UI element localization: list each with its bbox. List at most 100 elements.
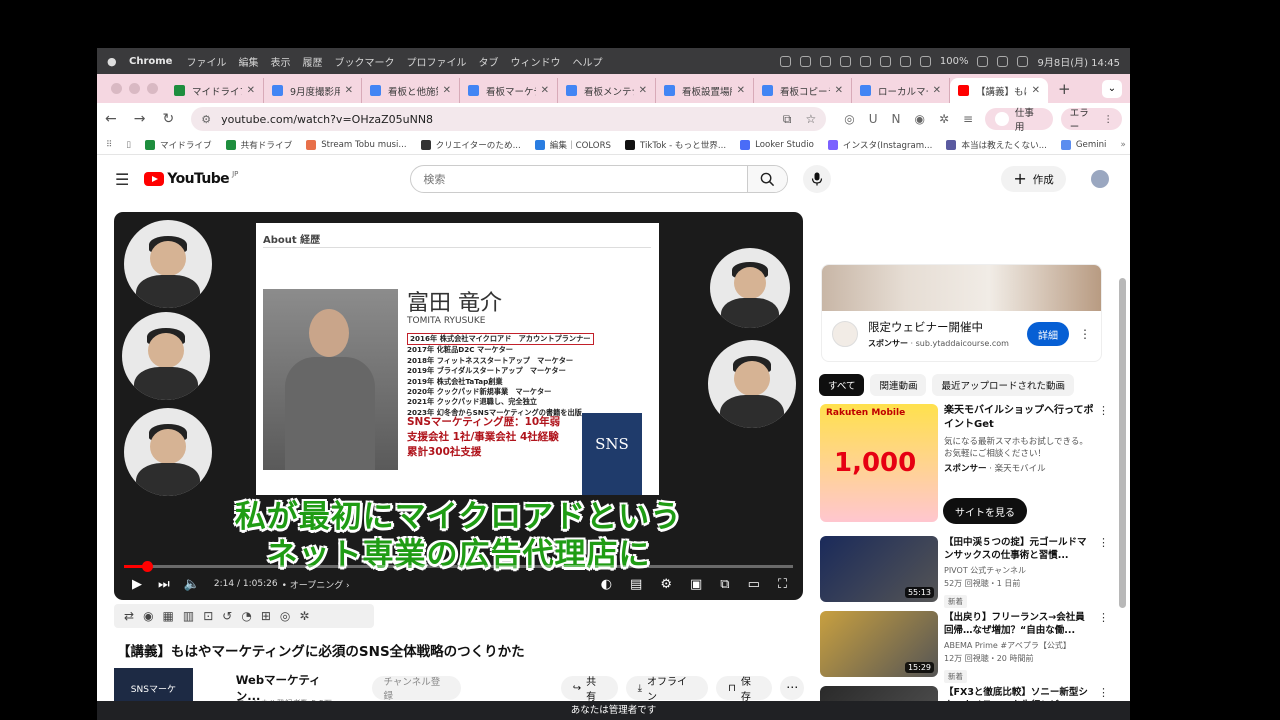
broadcast-icon[interactable]: ◉ [143,609,153,623]
page-scrollbar[interactable] [1119,268,1126,718]
status-icon[interactable] [839,55,851,67]
bookmark-item[interactable]: クリエイターのため... [420,139,521,151]
bookmarks-overflow-icon[interactable]: » [1120,140,1125,150]
browser-tab[interactable]: マイドライブ ✕ [166,78,264,103]
film-icon[interactable]: ▥ [183,609,194,623]
bookmark-item[interactable]: Looker Studio [740,139,814,151]
new-tab-button[interactable]: + [1058,80,1071,98]
tab-close-icon[interactable]: ✕ [541,85,549,96]
progress-bar[interactable] [124,561,793,572]
kebab-menu-icon[interactable]: ⋮ [1098,611,1109,683]
menu-help[interactable]: ヘルプ [572,54,602,69]
subtitles-icon[interactable]: ▤ [630,577,642,592]
reading-list-icon[interactable]: ≡ [963,112,973,126]
kebab-menu-icon[interactable]: ⋮ [1098,404,1109,522]
bookmark-item[interactable]: 共有ドライブ [225,139,292,151]
menu-bookmarks[interactable]: ブックマーク [334,54,394,69]
scrubber-handle[interactable] [141,561,153,572]
control-center-icon[interactable] [1017,55,1029,67]
back-button[interactable]: ← [105,111,117,127]
status-icon[interactable] [879,55,891,67]
video-thumbnail[interactable]: 55:13 [820,536,938,602]
ad-card[interactable]: 限定ウェビナー開催中 スポンサー · sub.ytaddaicourse.com… [821,264,1102,362]
menu-window[interactable]: ウィンドウ [510,54,560,69]
menu-view[interactable]: 表示 [270,54,290,69]
bookmark-item[interactable]: マイドライブ [145,139,212,151]
tab-close-icon[interactable]: ✕ [933,85,941,96]
channel-name[interactable]: ABEMA Prime #アベプラ【公式】 [944,640,1094,651]
battery-icon[interactable] [977,55,989,67]
offline-button[interactable]: ⤓ オフライン [625,676,709,703]
speed-icon[interactable]: ▦ [163,609,174,623]
site-info-icon[interactable]: ⚙ [201,113,211,126]
scrollbar-thumb[interactable] [1119,278,1126,608]
ad-detail-button[interactable]: 詳細 [1027,322,1069,346]
extension-icon[interactable]: ◉ [914,112,924,126]
status-icon[interactable] [859,55,871,67]
channel-name[interactable]: PIVOT 公式チャンネル [944,565,1094,576]
menubar-app-name[interactable]: Chrome [129,56,172,67]
bookmark-item[interactable]: TikTok - もっと世界... [625,139,726,151]
status-icon[interactable] [899,55,911,67]
create-button[interactable]: + 作成 [1001,166,1066,192]
bookmark-item[interactable]: Gemini [1060,139,1106,151]
battery-percent[interactable]: 100% [940,56,969,67]
browser-tab[interactable]: 【講義】もは ✕ [950,78,1048,103]
settings-gear-icon[interactable]: ⚙ [660,577,672,592]
recommended-video[interactable]: 15:29 【出戻り】フリーランス→会社員回帰…なぜ増加？“自由な働... ABEM… [820,611,1109,683]
search-input[interactable] [411,166,748,192]
extensions-puzzle-icon[interactable]: ✲ [939,112,949,126]
video-title[interactable]: 【出戻り】フリーランス→会社員回帰…なぜ増加？“自由な働... [944,611,1094,637]
bookmark-item[interactable]: 本当は教えたくない... [946,139,1047,151]
next-icon[interactable]: ⏭ [158,577,170,592]
browser-tab[interactable]: 看板メンテナ ✕ [558,78,656,103]
bookmark-star-icon[interactable]: ☆ [805,112,816,127]
minimize-window-button[interactable] [129,83,140,94]
status-icon[interactable] [819,55,831,67]
status-icon[interactable] [799,55,811,67]
chip-recent[interactable]: 最近アップロードされた動画 [932,374,1074,396]
video-player[interactable]: About 経歴 富田 竜介 TOMITA RYUSUKE 2016年 株式会社… [114,212,803,600]
loop-icon[interactable]: ⇄ [124,609,134,623]
search-button[interactable] [747,166,788,192]
menu-edit[interactable]: 編集 [238,54,258,69]
zoom-window-button[interactable] [147,83,158,94]
wifi-icon[interactable] [997,55,1009,67]
bookmark-item[interactable]: インスタ(Instagram... [827,139,932,151]
kebab-menu-icon[interactable]: ⋮ [1079,327,1091,341]
add-icon[interactable]: ⊞ [261,609,271,623]
kebab-menu-icon[interactable]: ⋮ [1098,536,1109,608]
pip-icon[interactable]: ⧉ [720,577,729,592]
menubar-clock[interactable]: 9月8日(月) 14:45 [1037,54,1120,69]
theater-icon[interactable]: ▭ [748,577,760,592]
settings-icon[interactable]: ✲ [299,609,309,623]
chip-related[interactable]: 関連動画 [870,374,927,396]
notion-icon[interactable]: N [892,112,901,126]
tab-close-icon[interactable]: ✕ [737,85,745,96]
crop-icon[interactable]: ⊡ [203,609,213,623]
browser-tab[interactable]: 看板と他施策 ✕ [362,78,460,103]
video-thumbnail[interactable]: 15:29 [820,611,938,677]
status-icon[interactable] [779,55,791,67]
tab-close-icon[interactable]: ✕ [1032,85,1040,96]
rewind-icon[interactable]: ↺ [222,609,232,623]
error-button[interactable]: エラー ⋮ [1060,108,1123,133]
tab-close-icon[interactable]: ✕ [835,85,843,96]
tab-search-button[interactable]: ⌄ [1102,80,1122,98]
ad-thumbnail[interactable]: Rakuten Mobile 1,000 [820,404,938,522]
autoplay-toggle[interactable]: ◐ [601,577,612,592]
install-app-icon[interactable]: ⧉ [783,112,792,127]
bookmark-item[interactable]: 編集｜COLORS [534,139,611,151]
apps-grid-icon[interactable]: ⠿ [106,140,112,150]
browser-tab[interactable]: 看板コピーラ ✕ [754,78,852,103]
menu-file[interactable]: ファイル [186,54,226,69]
visit-site-button[interactable]: サイトを見る [943,498,1027,524]
menu-profile[interactable]: プロファイル [406,54,466,69]
chip-all[interactable]: すべて [819,374,865,396]
account-avatar[interactable] [1090,170,1109,188]
extension-icon[interactable]: ◎ [844,112,854,126]
fullscreen-icon[interactable]: ⛶ [778,577,787,592]
tab-close-icon[interactable]: ✕ [247,85,255,96]
share-button[interactable]: ↪ 共有 [560,676,618,703]
screenshot-icon[interactable]: ◎ [280,609,290,623]
